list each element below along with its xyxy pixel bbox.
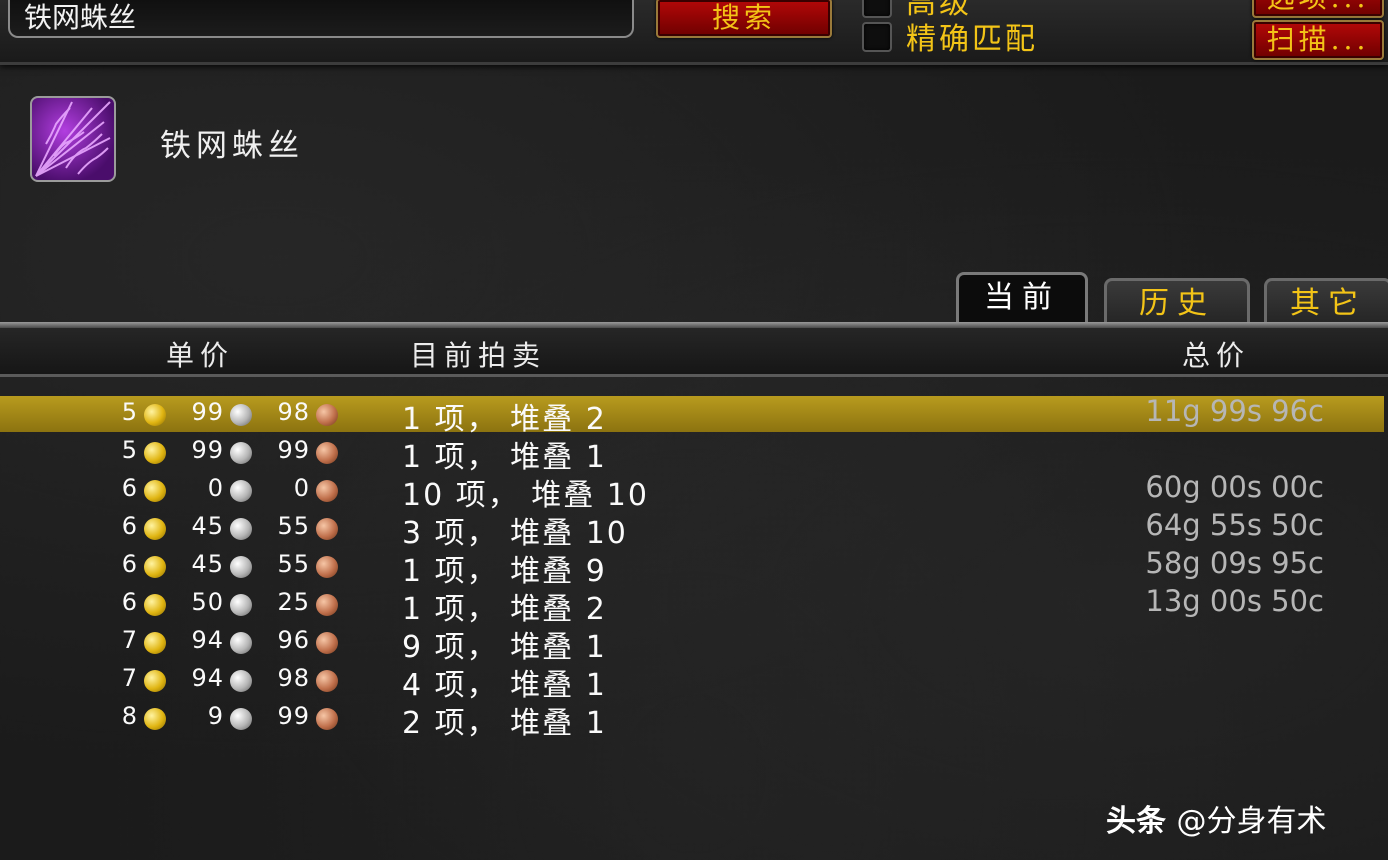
silver-coin-icon [230,670,252,692]
copper-coin-icon [316,670,338,692]
copper-coin-icon [316,708,338,730]
copper-amount: 55 [277,512,310,540]
silver-coin-icon [230,594,252,616]
gold-coin-icon [144,670,166,692]
silver-coin-icon [230,404,252,426]
table-row[interactable]: 6 45 55 3 项， 堆叠 10 64g 55s 50c [0,508,1388,551]
watermark-user: @分身有术 [1176,804,1327,839]
total-price: 13g 00s 50c [1145,584,1324,618]
table-row[interactable]: 6 45 55 1 项， 堆叠 9 58g 09s 95c [0,546,1388,589]
table-row[interactable]: 6 50 25 1 项， 堆叠 2 13g 00s 50c [0,584,1388,627]
copper-amount: 99 [277,436,310,464]
gold-amount: 7 [121,626,138,654]
advanced-checkbox[interactable] [862,0,892,18]
column-current-auctions[interactable]: 目前拍卖 [410,334,546,374]
copper-coin-icon [316,632,338,654]
silver-amount: 45 [191,550,224,578]
gold-coin-icon [144,594,166,616]
table-row[interactable]: 5 99 99 1 项， 堆叠 1 [0,434,1388,475]
exact-match-label: 精确匹配 [906,22,1038,57]
item-name: 铁网蛛丝 [160,128,304,164]
silver-coin-icon [230,708,252,730]
copper-coin-icon [316,594,338,616]
copper-coin-icon [316,518,338,540]
gold-amount: 6 [121,588,138,616]
table-row[interactable]: 6 0 0 10 项， 堆叠 10 60g 00s 00c [0,470,1388,513]
gold-coin-icon [144,442,166,464]
search-input[interactable]: 铁网蛛丝 [8,0,634,38]
search-bar: 铁网蛛丝 搜索 高级 精确匹配 选项... 扫描... [0,0,1388,65]
table-row[interactable]: 7 94 96 9 项， 堆叠 1 [0,624,1388,665]
total-price: 58g 09s 95c [1145,546,1324,580]
silver-amount: 50 [191,588,224,616]
silver-amount: 94 [191,664,224,692]
silver-amount: 94 [191,626,224,654]
gold-amount: 8 [121,702,138,730]
copper-amount: 96 [277,626,310,654]
copper-coin-icon [316,404,338,426]
total-price: 11g 99s 96c [1145,394,1324,428]
silver-amount: 0 [207,474,224,502]
watermark-brand: 头条 [1106,804,1166,839]
gold-amount: 6 [121,474,138,502]
spider-web-icon[interactable] [30,96,116,182]
total-price: 60g 00s 00c [1145,470,1324,504]
table-row[interactable]: 5 99 98 1 项， 堆叠 2 11g 99s 96c [0,394,1388,437]
copper-coin-icon [316,480,338,502]
gold-amount: 6 [121,550,138,578]
gold-coin-icon [144,632,166,654]
silver-amount: 99 [191,436,224,464]
silver-coin-icon [230,632,252,654]
watermark: 头条 @分身有术 [1106,796,1326,840]
total-price: 64g 55s 50c [1145,508,1324,542]
copper-amount: 55 [277,550,310,578]
copper-coin-icon [316,442,338,464]
copper-coin-icon [316,556,338,578]
table-row[interactable]: 7 94 98 4 项， 堆叠 1 [0,662,1388,703]
scan-button[interactable]: 扫描... [1252,20,1384,60]
gold-coin-icon [144,556,166,578]
search-button[interactable]: 搜索 [656,0,832,38]
gold-coin-icon [144,518,166,540]
silver-coin-icon [230,480,252,502]
options-button[interactable]: 选项... [1252,0,1384,18]
gold-amount: 6 [121,512,138,540]
silver-amount: 9 [207,702,224,730]
gold-amount: 5 [121,398,138,426]
table-row[interactable]: 8 9 99 2 项， 堆叠 1 [0,700,1388,741]
silver-coin-icon [230,556,252,578]
gold-amount: 5 [121,436,138,464]
gold-coin-icon [144,480,166,502]
silver-amount: 99 [191,398,224,426]
silver-amount: 45 [191,512,224,540]
copper-amount: 98 [277,398,310,426]
copper-amount: 25 [277,588,310,616]
copper-amount: 0 [293,474,310,502]
copper-amount: 98 [277,664,310,692]
column-unit-price[interactable]: 单价 [166,334,234,374]
gold-amount: 7 [121,664,138,692]
silver-coin-icon [230,442,252,464]
gold-coin-icon [144,404,166,426]
gold-coin-icon [144,708,166,730]
column-total-price[interactable]: 总价 [1182,334,1250,374]
silver-coin-icon [230,518,252,540]
copper-amount: 99 [277,702,310,730]
exact-match-checkbox[interactable] [862,22,892,52]
stack-info: 2 项， 堆叠 1 [402,706,607,741]
